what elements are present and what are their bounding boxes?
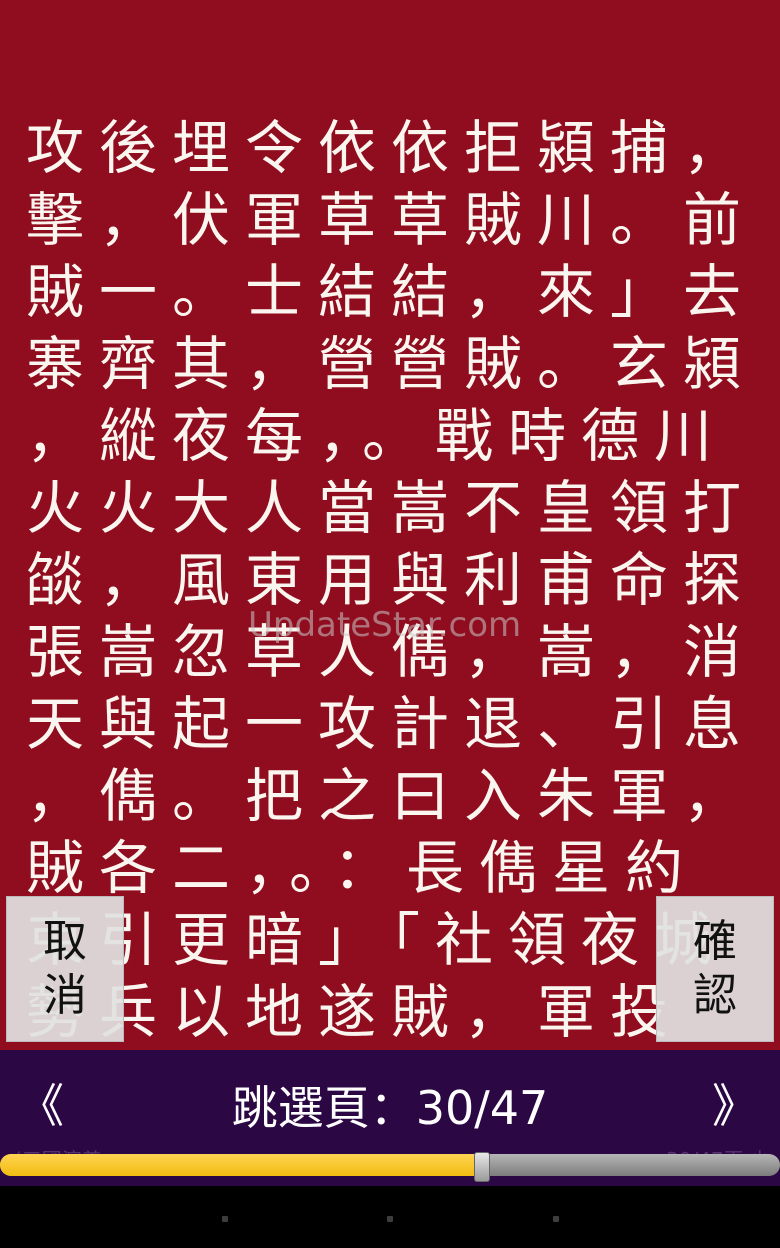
recents-nav-icon[interactable] <box>553 1216 559 1222</box>
text-line: ，儁。把之曰入朱軍， <box>26 762 756 830</box>
cancel-label-line1: 取 <box>43 916 87 967</box>
confirm-label-line2: 認 <box>693 970 737 1021</box>
text-line: 寨齊其，營營賊。玄潁 <box>26 330 756 398</box>
confirm-label-line1: 確 <box>693 916 737 967</box>
text-line: 攻後埋令依依拒潁捕， <box>26 114 756 182</box>
text-line: 火火大人當嵩不皇領打 <box>26 474 756 542</box>
confirm-button[interactable]: 確 認 <box>656 896 774 1042</box>
system-nav-bar <box>0 1186 780 1248</box>
next-page-icon[interactable]: 》 <box>712 1070 758 1136</box>
text-line: ，縱夜每，。戰時德川 <box>26 402 728 470</box>
text-line: 天與起一攻計退、引息 <box>26 690 756 758</box>
slider-thumb[interactable] <box>474 1152 490 1182</box>
page-jump-label: 跳選頁：30/47 <box>231 1081 549 1135</box>
text-line: 擊，伏軍草草賊川。前 <box>26 186 756 254</box>
back-nav-icon[interactable] <box>222 1216 228 1222</box>
text-line: 勢兵以地遂賊，軍投 <box>26 978 684 1046</box>
text-line: 束引更暗」「社領夜城 <box>26 906 728 974</box>
slider-fill <box>0 1154 482 1176</box>
reader-page[interactable]: 攻後埋令依依拒潁捕， 擊，伏軍草草賊川。前 賊一。士結結，來」去 寨齊其，營營賊… <box>0 0 780 1050</box>
watermark: UpdateStar.com <box>248 605 522 645</box>
page-slider[interactable] <box>0 1152 780 1182</box>
cancel-button[interactable]: 取 消 <box>6 896 124 1042</box>
text-line: 賊各二，。：長儁星約 <box>26 834 699 902</box>
cancel-label-line2: 消 <box>43 970 87 1021</box>
home-nav-icon[interactable] <box>387 1216 393 1222</box>
text-line: 賊一。士結結，來」去 <box>26 258 756 326</box>
